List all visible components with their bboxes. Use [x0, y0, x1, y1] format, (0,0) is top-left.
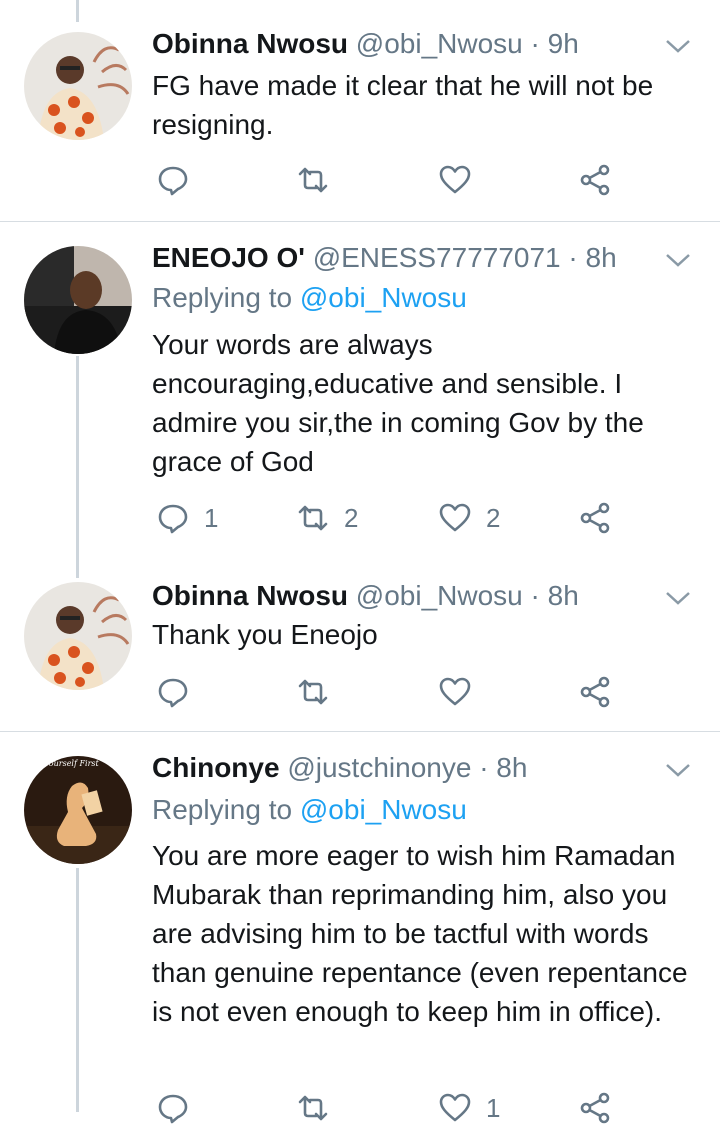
action-bar	[152, 160, 632, 200]
tweet-header: Obinna Nwosu @obi_Nwosu · 9h	[152, 24, 579, 64]
author-handle[interactable]: @justchinonye	[287, 752, 471, 783]
reply-button[interactable]	[156, 1088, 204, 1128]
like-button[interactable]	[438, 672, 486, 712]
like-count: 2	[486, 502, 501, 533]
tweet-header: ENEOJO O' @ENESS77777071 · 8h	[152, 238, 617, 278]
share-icon	[580, 676, 610, 708]
retweet-button[interactable]	[296, 160, 344, 200]
heart-icon	[439, 1093, 471, 1122]
reply-icon	[158, 1094, 188, 1124]
author-handle[interactable]: @obi_Nwosu	[356, 580, 523, 611]
tweet[interactable]: Obinna Nwosu @obi_Nwosu · 8h Thank you E…	[0, 562, 720, 730]
replying-to-label: Replying to	[152, 282, 293, 313]
tweet-header: Chinonye @justchinonye · 8h	[152, 748, 527, 788]
author-name[interactable]: Obinna Nwosu	[152, 580, 348, 611]
chevron-down-icon[interactable]	[664, 250, 692, 270]
action-bar: 1	[152, 1088, 632, 1128]
retweet-count: 2	[344, 502, 359, 533]
author-handle[interactable]: @ENESS77777071	[313, 242, 561, 273]
heart-icon	[439, 677, 471, 706]
retweet-icon	[298, 1095, 328, 1121]
chevron-down-icon[interactable]	[664, 36, 692, 56]
avatar[interactable]	[24, 582, 132, 690]
tweet-text: You are more eager to wish him Ramadan M…	[152, 840, 688, 1027]
action-bar: 1 2 2	[152, 498, 632, 538]
avatar[interactable]	[24, 32, 132, 140]
author-name[interactable]: ENEOJO O'	[152, 242, 305, 273]
author-name[interactable]: Obinna Nwosu	[152, 28, 348, 59]
avatar[interactable]: ow Yourself First	[24, 756, 132, 864]
action-bar	[152, 672, 632, 712]
tweet-text: Your words are always encouraging,educat…	[152, 329, 644, 477]
chevron-down-icon[interactable]	[664, 588, 692, 608]
tweet-text: Thank you Eneojo	[152, 619, 378, 650]
like-button[interactable]: 2	[438, 498, 500, 538]
retweet-button[interactable]	[296, 672, 344, 712]
share-icon	[580, 502, 610, 534]
avatar-image	[24, 582, 132, 690]
share-button[interactable]	[578, 160, 612, 200]
reply-button[interactable]: 1	[156, 498, 218, 538]
reply-icon	[158, 678, 188, 708]
author-handle[interactable]: @obi_Nwosu	[356, 28, 523, 59]
like-button[interactable]: 1	[438, 1088, 500, 1128]
tweet-header: Obinna Nwosu @obi_Nwosu · 8h	[152, 576, 579, 616]
retweet-icon	[298, 505, 328, 531]
share-button[interactable]	[578, 1088, 612, 1128]
avatar-image: ow Yourself First	[24, 756, 132, 864]
replying-to-handle[interactable]: @obi_Nwosu	[300, 282, 467, 313]
retweet-button[interactable]	[296, 1088, 344, 1128]
author-name[interactable]: Chinonye	[152, 752, 280, 783]
avatar-image	[24, 32, 132, 140]
like-count: 1	[486, 1092, 501, 1123]
tweet-text: FG have made it clear that he will not b…	[152, 70, 654, 140]
reply-icon	[158, 504, 188, 534]
retweet-button[interactable]: 2	[296, 498, 358, 538]
replying-to: Replying to @obi_Nwosu	[152, 790, 467, 830]
avatar[interactable]	[24, 246, 132, 354]
reply-count: 1	[204, 502, 219, 533]
avatar-caption: ow Yourself First	[30, 759, 100, 768]
reply-button[interactable]	[156, 672, 204, 712]
chevron-down-icon[interactable]	[664, 760, 692, 780]
share-button[interactable]	[578, 672, 612, 712]
share-icon	[580, 1092, 610, 1124]
retweet-icon	[298, 679, 328, 705]
reply-icon	[158, 166, 188, 196]
replying-to: Replying to @obi_Nwosu	[152, 278, 467, 318]
share-button[interactable]	[578, 498, 612, 538]
timestamp[interactable]: · 8h	[568, 242, 616, 273]
like-button[interactable]	[438, 160, 486, 200]
replying-to-label: Replying to	[152, 794, 293, 825]
heart-icon	[439, 165, 471, 194]
heart-icon	[439, 503, 471, 532]
share-icon	[580, 164, 610, 196]
timestamp[interactable]: · 9h	[531, 28, 579, 59]
reply-button[interactable]	[156, 160, 204, 200]
timestamp[interactable]: · 8h	[531, 580, 579, 611]
replying-to-handle[interactable]: @obi_Nwosu	[300, 794, 467, 825]
tweet[interactable]: ENEOJO O' @ENESS77777071 · 8h Replying t…	[0, 222, 720, 562]
tweet[interactable]: ow Yourself First Chinonye @justchinonye…	[0, 732, 720, 1124]
timestamp[interactable]: · 8h	[479, 752, 527, 783]
retweet-icon	[298, 167, 328, 193]
tweet[interactable]: Obinna Nwosu @obi_Nwosu · 9h FG have mad…	[0, 0, 720, 220]
avatar-image	[24, 246, 132, 354]
